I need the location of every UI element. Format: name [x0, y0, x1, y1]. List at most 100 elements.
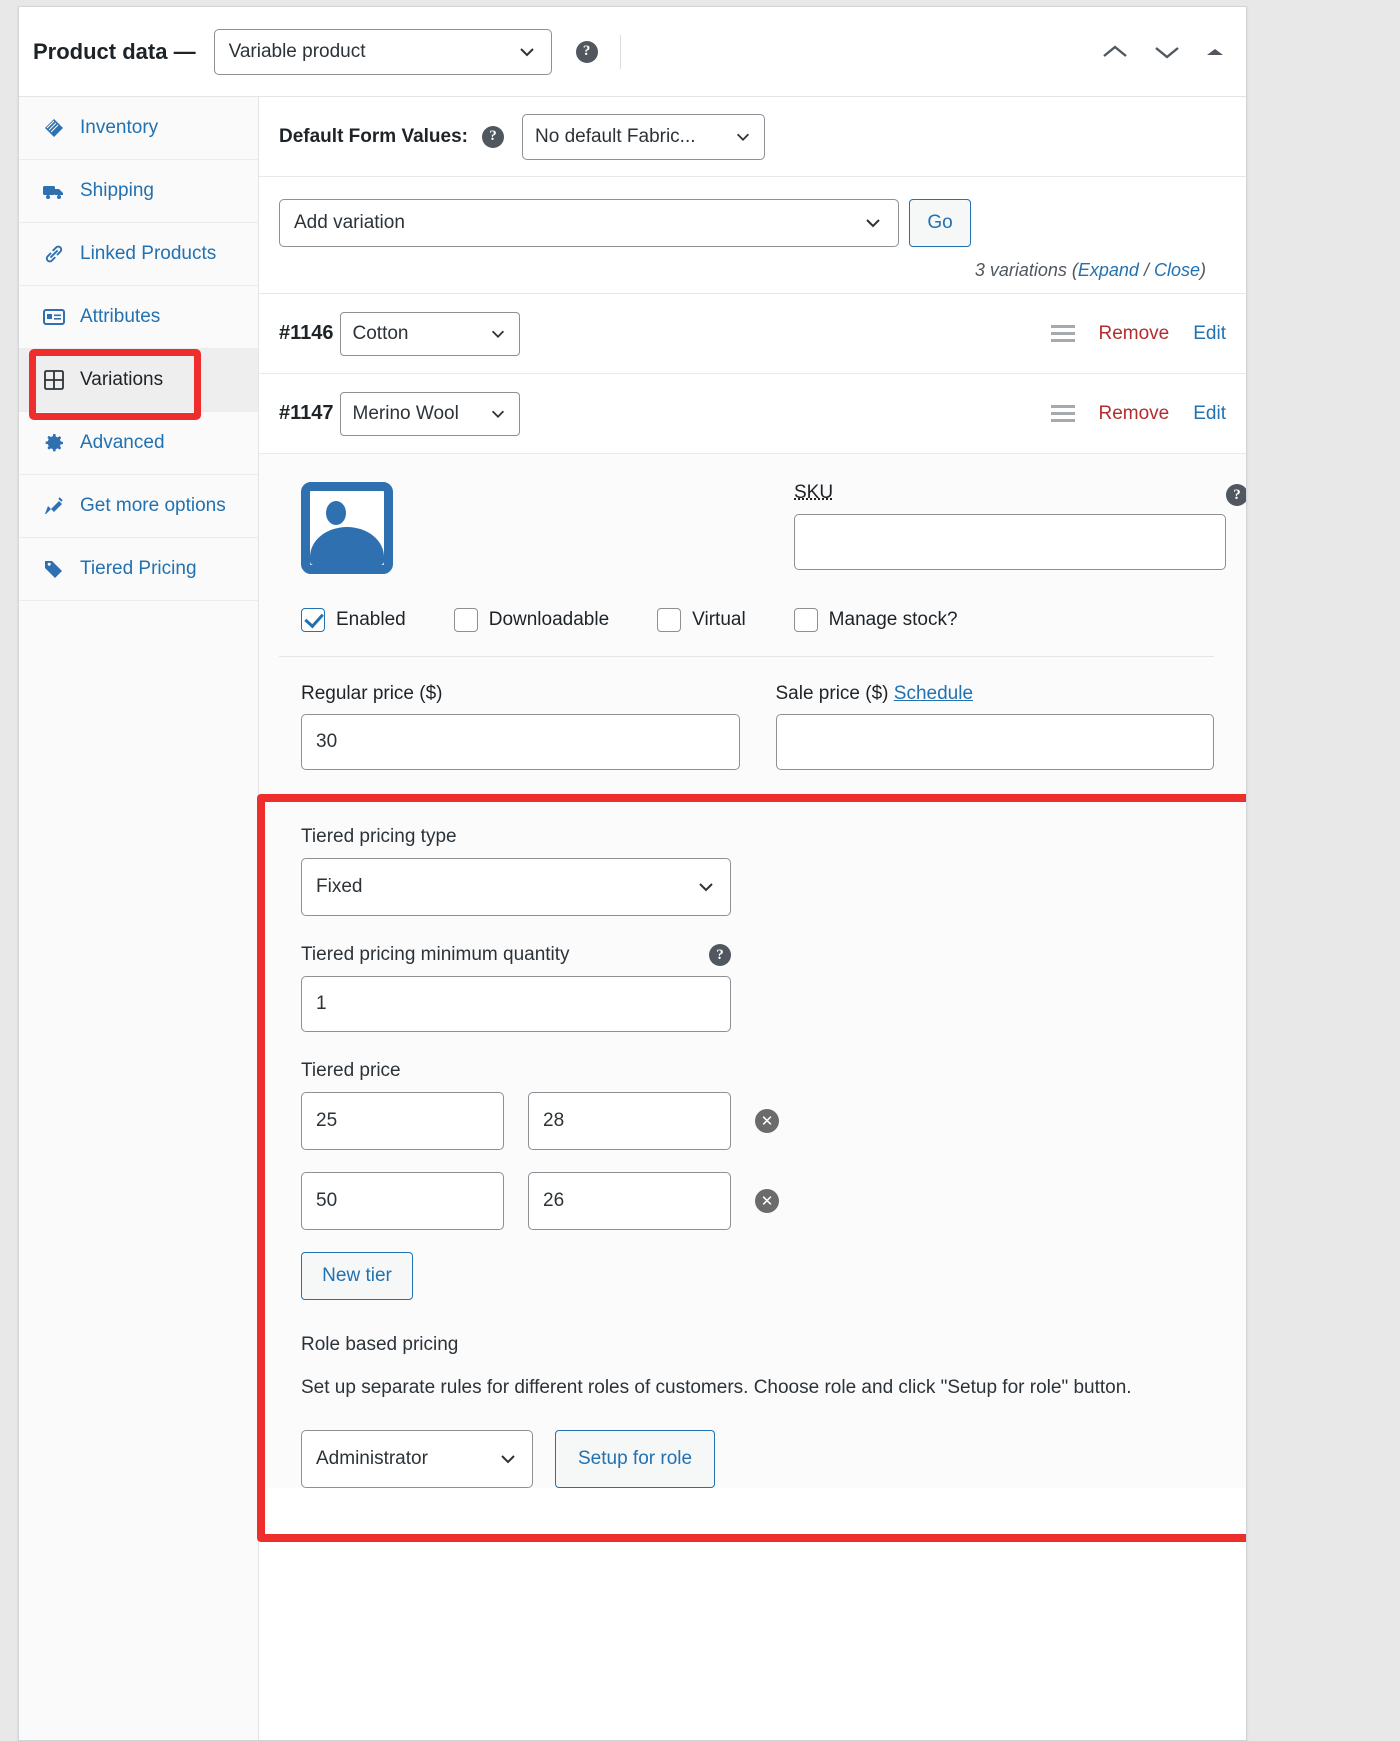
- variation-attribute-select[interactable]: Merino Wool: [339, 391, 520, 436]
- checkbox-virtual[interactable]: Virtual: [657, 608, 746, 632]
- attributes-card-icon: [41, 305, 66, 329]
- delete-circle-icon[interactable]: ✕: [755, 1189, 779, 1213]
- screenshot-root: Product data — Variable product ? Invent…: [0, 0, 1400, 1741]
- tiered-min-qty-label-row: Tiered pricing minimum quantity ?: [301, 944, 731, 966]
- variations-toolbar-row: Add variation Go: [279, 199, 1226, 247]
- sidebar-item-inventory[interactable]: Inventory: [19, 97, 258, 160]
- delete-circle-icon[interactable]: ✕: [755, 1109, 779, 1133]
- price-tag-icon: [41, 557, 66, 581]
- tiered-price-label: Tiered price: [301, 1060, 401, 1081]
- page-title: Product data —: [33, 38, 196, 64]
- regular-price-label: Regular price ($): [301, 683, 443, 704]
- tiered-pricing-type-select[interactable]: Fixed: [301, 858, 731, 916]
- help-circle-icon[interactable]: ?: [482, 125, 504, 148]
- setup-for-role-button[interactable]: Setup for role: [555, 1429, 716, 1488]
- new-tier-button[interactable]: New tier: [301, 1252, 413, 1300]
- close-link[interactable]: Close: [1154, 260, 1200, 280]
- tiered-min-qty-input[interactable]: 1: [301, 976, 731, 1032]
- checkbox-box[interactable]: [793, 608, 818, 632]
- role-based-pricing-description: Set up separate rules for different role…: [301, 1377, 1132, 1398]
- sku-field-group: SKU ?: [794, 482, 1246, 570]
- sidebar-item-label: Tiered Pricing: [80, 558, 197, 579]
- variations-summary: 3 variations (Expand / Close): [279, 247, 1226, 293]
- checkbox-enabled[interactable]: Enabled: [301, 608, 406, 632]
- schedule-link[interactable]: Schedule: [894, 683, 973, 704]
- help-circle-icon[interactable]: ?: [575, 40, 598, 63]
- variation-attribute-select[interactable]: Cotton: [339, 311, 520, 356]
- sidebar-item-get-more-options[interactable]: Get more options: [19, 475, 258, 538]
- remove-variation-link[interactable]: Remove: [1099, 323, 1170, 345]
- plugin-icon: [41, 494, 66, 518]
- variation-row-actions: Remove Edit: [1050, 323, 1226, 345]
- variations-toolbar: Add variation Go 3 variations (Expand / …: [259, 177, 1246, 294]
- sale-price-label: Sale price ($) Schedule: [776, 683, 1215, 705]
- go-button[interactable]: Go: [909, 199, 971, 247]
- checkbox-box[interactable]: [657, 608, 682, 632]
- edit-variation-link[interactable]: Edit: [1193, 403, 1226, 425]
- variations-count-text: 3 variations: [974, 260, 1067, 280]
- role-selection-row: Administrator Setup for role: [301, 1429, 1216, 1488]
- chevron-down-icon: [517, 42, 537, 62]
- product-data-sidebar: Inventory Shipping Linked Products Attri…: [19, 97, 259, 1740]
- thumb-sun-shape: [326, 501, 346, 525]
- regular-price-input[interactable]: 30: [301, 714, 740, 770]
- variations-main: Default Form Values: ? No default Fabric…: [257, 97, 1246, 1740]
- caret-up-icon[interactable]: [1204, 44, 1226, 60]
- checkbox-box[interactable]: [453, 608, 478, 632]
- tier-quantity-input[interactable]: 50: [301, 1172, 504, 1230]
- edit-variation-link[interactable]: Edit: [1193, 323, 1226, 345]
- regular-price-group: Regular price ($) 30: [301, 683, 740, 770]
- sale-price-input[interactable]: [775, 714, 1214, 770]
- link-icon: [41, 242, 66, 266]
- chevron-up-icon[interactable]: [1100, 41, 1130, 63]
- sidebar-item-tiered-pricing[interactable]: Tiered Pricing: [19, 538, 258, 601]
- role-based-pricing-title: Role based pricing: [301, 1334, 459, 1355]
- default-attribute-select[interactable]: No default Fabric...: [522, 113, 765, 160]
- sidebar-item-linked-products[interactable]: Linked Products: [19, 223, 258, 286]
- tier-price-input[interactable]: 28: [528, 1092, 731, 1150]
- sidebar-item-shipping[interactable]: Shipping: [19, 160, 258, 223]
- variation-id: #1146: [279, 322, 334, 344]
- chevron-down-icon: [862, 213, 884, 233]
- sidebar-item-variations[interactable]: Variations: [19, 349, 258, 412]
- price-fields-row: Regular price ($) 30 Sale price ($) Sche…: [279, 657, 1226, 796]
- chevron-down-icon: [498, 1449, 518, 1469]
- table-row: #1147 Merino Wool Remove Edit: [259, 374, 1246, 454]
- sidebar-item-label: Inventory: [80, 117, 159, 138]
- chevron-down-icon: [475, 405, 507, 423]
- variation-flags-row: Enabled Downloadable Virtual Manage stoc…: [279, 574, 1214, 657]
- product-type-select[interactable]: Variable product: [213, 28, 552, 75]
- checkbox-label: Manage stock?: [828, 609, 958, 630]
- sidebar-item-advanced[interactable]: Advanced: [19, 412, 258, 475]
- variation-attribute-value: Merino Wool: [352, 402, 459, 424]
- checkbox-label: Virtual: [692, 609, 746, 630]
- tier-row: 25 28 ✕: [301, 1092, 1216, 1150]
- help-circle-icon[interactable]: ?: [709, 944, 731, 966]
- add-variation-value: Add variation: [294, 212, 405, 233]
- tiered-pricing-section: Tiered pricing type Fixed Tiered pricing…: [257, 794, 1246, 1542]
- summary-separator: /: [1138, 260, 1154, 280]
- checkbox-downloadable[interactable]: Downloadable: [453, 608, 609, 632]
- sidebar-item-label: Get more options: [80, 495, 226, 516]
- variation-id: #1147: [279, 402, 334, 424]
- sidebar-item-label: Linked Products: [80, 243, 217, 264]
- tier-quantity-input[interactable]: 25: [301, 1092, 504, 1150]
- thumb-hill-shape: [310, 527, 384, 565]
- tiered-pricing-type-label: Tiered pricing type: [301, 826, 457, 847]
- tier-price-input[interactable]: 26: [528, 1172, 731, 1230]
- checkbox-manage-stock[interactable]: Manage stock?: [793, 608, 958, 632]
- checkbox-box[interactable]: [301, 608, 325, 632]
- help-circle-icon[interactable]: ?: [1226, 484, 1246, 506]
- chevron-down-icon[interactable]: [1152, 41, 1182, 63]
- drag-handle-icon[interactable]: [1050, 405, 1075, 422]
- role-select[interactable]: Administrator: [301, 1429, 533, 1488]
- grid-icon: [41, 368, 66, 392]
- image-placeholder-icon[interactable]: [301, 482, 393, 574]
- expand-link[interactable]: Expand: [1078, 260, 1139, 280]
- sku-input[interactable]: [794, 514, 1226, 570]
- chevron-down-icon: [734, 128, 752, 146]
- remove-variation-link[interactable]: Remove: [1099, 403, 1170, 425]
- drag-handle-icon[interactable]: [1050, 325, 1075, 342]
- sidebar-item-attributes[interactable]: Attributes: [19, 286, 258, 349]
- add-variation-select[interactable]: Add variation: [279, 199, 899, 247]
